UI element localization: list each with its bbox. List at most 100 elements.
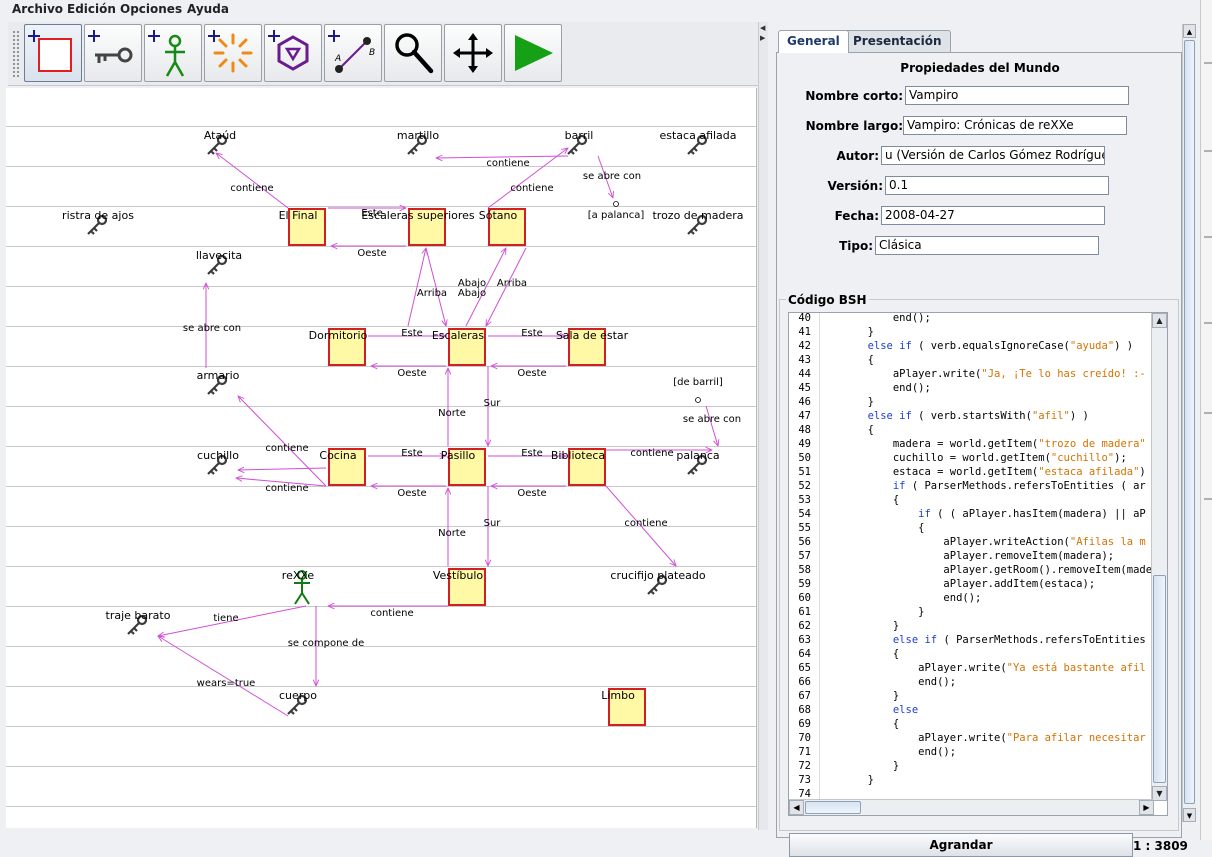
- edge-label: Sur: [483, 398, 501, 409]
- code-text: {: [817, 522, 925, 534]
- code-line: 48 {: [789, 423, 1149, 437]
- world-map-canvas[interactable]: El Final Escaleras superiores Sótano Dor…: [6, 88, 757, 828]
- line-number: 52: [798, 480, 811, 492]
- line-number: 47: [798, 410, 811, 422]
- code-horizontal-scrollbar[interactable]: ◀ ▶: [789, 799, 1154, 815]
- collapse-left-icon[interactable]: ◀: [760, 24, 765, 32]
- short-name-field[interactable]: Vampiro: [905, 86, 1129, 105]
- code-text: {: [817, 494, 900, 506]
- character-label: reXXe: [281, 569, 315, 582]
- zoom-readout: 1 : 3809: [1133, 839, 1188, 853]
- type-field[interactable]: Clásica: [875, 236, 1099, 255]
- add-spell-icon: [208, 30, 253, 73]
- collapse-right-icon[interactable]: ▶: [760, 34, 765, 42]
- code-line: 65 aPlayer.write("Ya está bastante afil: [789, 661, 1149, 675]
- edge-label: se abre con: [182, 323, 242, 334]
- author-field[interactable]: u (Versión de Carlos Gómez Rodríguez): [881, 146, 1105, 165]
- add-ability-button[interactable]: [264, 24, 322, 82]
- code-text: if ( ( aPlayer.hasItem(madera) || aP: [918, 508, 1146, 520]
- item-label: traje barato: [105, 609, 171, 622]
- long-name-field[interactable]: Vampiro: Crónicas de reXXe: [903, 116, 1127, 135]
- code-line: 52 if ( ParserMethods.refersToEntities (…: [789, 479, 1149, 493]
- scroll-thumb[interactable]: [805, 801, 861, 814]
- code-text: end();: [817, 312, 931, 324]
- scroll-left-icon[interactable]: ◀: [789, 800, 804, 815]
- line-number: 64: [798, 648, 811, 660]
- toolbar-grip[interactable]: [12, 30, 20, 78]
- menu-ayuda[interactable]: Ayuda: [187, 2, 229, 16]
- room-label: Biblioteca: [550, 449, 606, 462]
- type-label: Tipo:: [839, 239, 873, 253]
- add-character-button[interactable]: [144, 24, 202, 82]
- line-number: 72: [798, 760, 811, 772]
- line-number: 66: [798, 676, 811, 688]
- code-line: 68 else: [789, 703, 1149, 717]
- scroll-thumb[interactable]: [1184, 40, 1195, 804]
- tab-content-general: Propiedades del Mundo Nombre corto: Vamp…: [776, 52, 1188, 857]
- code-line: 73 }: [789, 773, 1149, 787]
- panel-vertical-scrollbar[interactable]: ▲ ▼: [1182, 24, 1196, 822]
- scroll-down-icon[interactable]: ▼: [1152, 786, 1167, 801]
- code-text: estaca = world.getItem("estaca afilada"): [817, 466, 1146, 478]
- add-spell-button[interactable]: [204, 24, 262, 82]
- code-text: aPlayer.write("Ja, ¡Te lo has creído! :-: [817, 368, 1146, 380]
- tab-presentacion[interactable]: Presentación: [844, 30, 951, 52]
- grow-button[interactable]: Agrandar: [789, 833, 1133, 857]
- code-text: else if ( verb.equalsIgnoreCase("ayuda")…: [867, 340, 1134, 352]
- line-number: 62: [798, 620, 811, 632]
- line-number: 59: [798, 578, 811, 590]
- scroll-right-icon[interactable]: ▶: [1139, 800, 1154, 815]
- edge-label: Oeste: [397, 488, 427, 499]
- code-editor[interactable]: 40 end(); 41 } 42 else if ( verb.equalsIgn…: [788, 312, 1168, 816]
- add-link-icon: A B: [328, 30, 375, 73]
- code-line: 49 madera = world.getItem("trozo de made…: [789, 437, 1149, 451]
- date-field[interactable]: 2008-04-27: [881, 206, 1105, 225]
- line-number: 67: [798, 690, 811, 702]
- code-text: end();: [817, 676, 957, 688]
- edge-label: contiene: [630, 448, 674, 459]
- split-pane-divider[interactable]: ◀ ▶: [758, 22, 768, 830]
- long-name-label: Nombre largo:: [805, 119, 903, 133]
- add-link-button[interactable]: A B: [324, 24, 382, 82]
- item-label: crucifijo plateado: [610, 569, 706, 582]
- code-text: else if ( ParserMethods.refersToEntities: [892, 634, 1146, 646]
- add-item-button[interactable]: [84, 24, 142, 82]
- line-number: 44: [798, 368, 811, 380]
- line-number: 63: [798, 634, 811, 646]
- item-label: ristra de ajos: [62, 209, 134, 222]
- scroll-down-icon[interactable]: ▼: [1183, 808, 1196, 822]
- version-field[interactable]: 0.1: [885, 176, 1109, 195]
- code-text: aPlayer.writeAction("Afilas la m: [817, 536, 1146, 548]
- add-character-icon: [148, 30, 185, 77]
- code-vertical-scrollbar[interactable]: ▲ ▼: [1151, 313, 1167, 801]
- menu-archivo[interactable]: Archivo: [12, 2, 63, 16]
- item-label: armario: [196, 369, 240, 382]
- edge-label: Este: [401, 448, 423, 459]
- code-text: aPlayer.write("Para afilar necesitar: [817, 732, 1146, 744]
- code-line: 71 end();: [789, 745, 1149, 759]
- edge-label: contiene: [265, 483, 309, 494]
- tab-general[interactable]: General: [778, 30, 849, 53]
- select-button[interactable]: [384, 24, 442, 82]
- edge-label: contiene: [624, 518, 668, 529]
- scroll-up-icon[interactable]: ▲: [1152, 313, 1167, 328]
- code-line: 55 {: [789, 521, 1149, 535]
- edge-label: tiene: [213, 613, 239, 624]
- scroll-up-icon[interactable]: ▲: [1183, 24, 1196, 38]
- play-icon: [515, 35, 553, 71]
- run-button[interactable]: [504, 24, 562, 82]
- edge-label: Abajo: [457, 288, 487, 299]
- item-label: cuchillo: [197, 449, 239, 462]
- bsh-code-group: Código BSH 40 end(); 41 } 42 else if ( ver…: [779, 293, 1179, 831]
- add-room-button[interactable]: [24, 24, 82, 82]
- add-room-icon: [28, 30, 72, 72]
- scroll-thumb[interactable]: [1153, 575, 1166, 783]
- move-button[interactable]: [444, 24, 502, 82]
- edge-label: se abre con: [682, 414, 742, 425]
- menu-opciones[interactable]: Opciones: [120, 2, 182, 16]
- edge-label: contiene: [370, 608, 414, 619]
- menu-edicion[interactable]: Edición: [67, 2, 116, 16]
- code-text: }: [817, 774, 874, 786]
- code-line: 67 }: [789, 689, 1149, 703]
- edge-label: Oeste: [517, 368, 547, 379]
